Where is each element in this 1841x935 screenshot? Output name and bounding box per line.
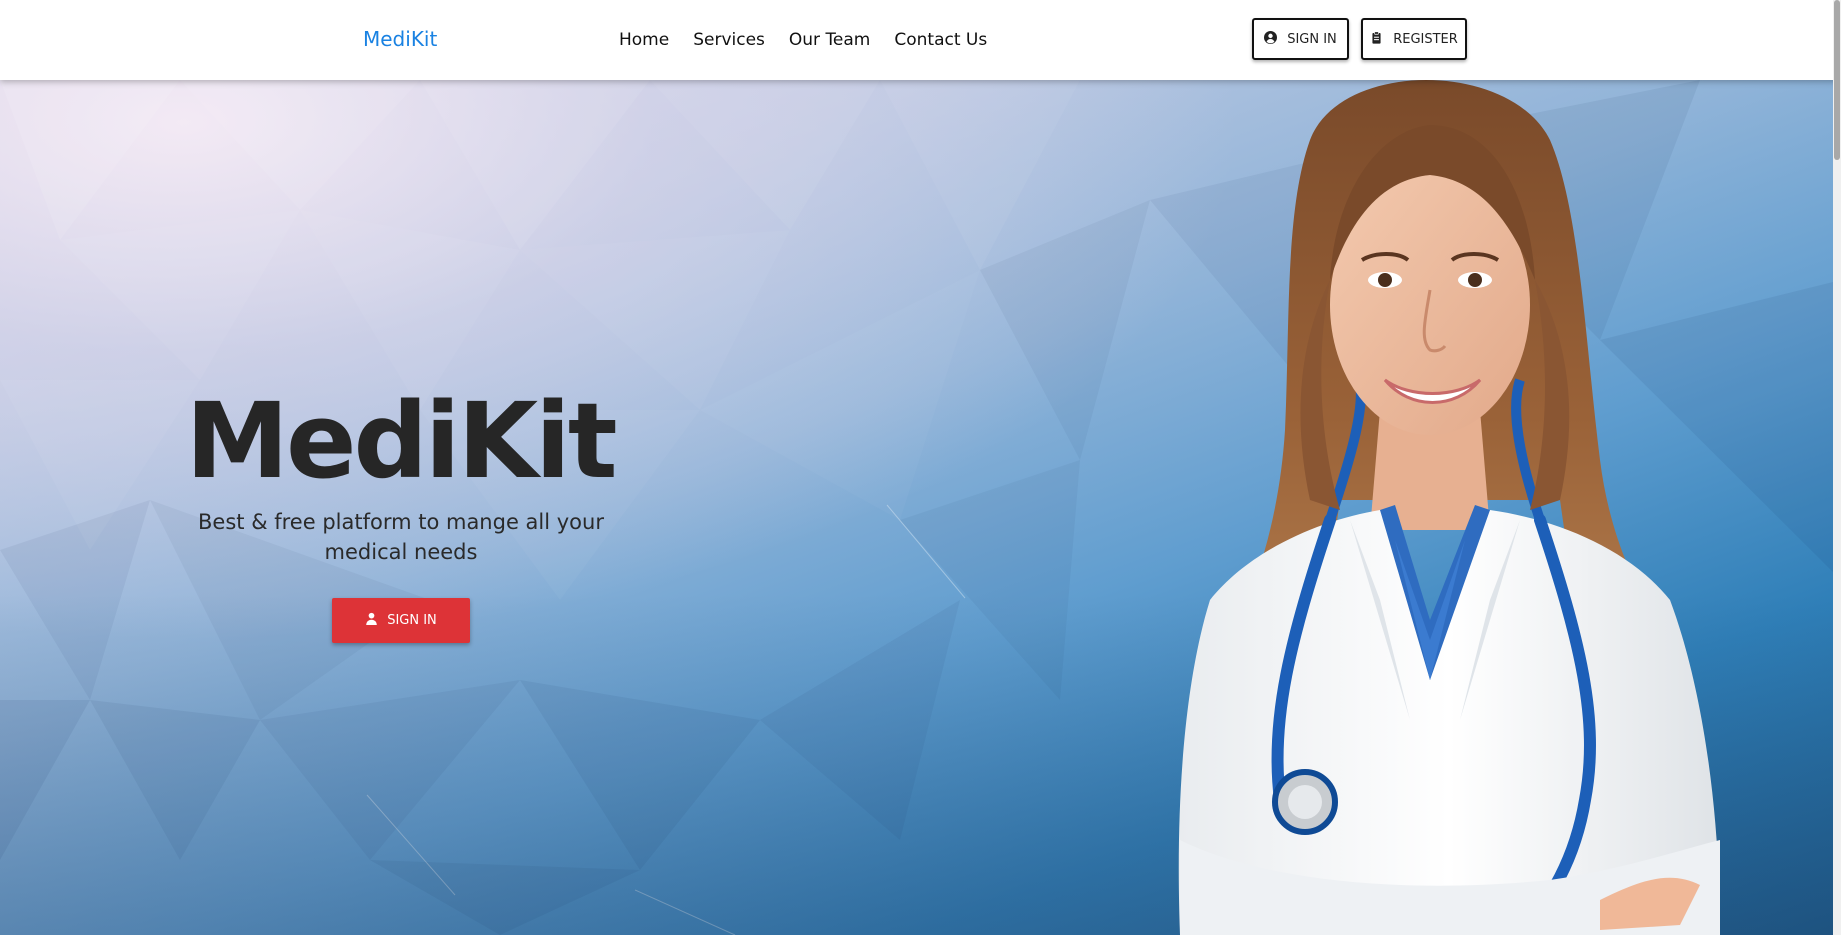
user-icon	[365, 612, 378, 629]
nav-link-contact-us[interactable]: Contact Us	[894, 30, 987, 50]
hero-title: MediKit	[185, 380, 617, 502]
clipboard-icon	[1370, 30, 1383, 48]
hero-signin-button[interactable]: SIGN IN	[332, 598, 470, 643]
hero-signin-label: SIGN IN	[387, 613, 437, 628]
brand-logo[interactable]: MediKit	[363, 27, 437, 51]
hero-subtitle: Best & free platform to mange all your m…	[198, 510, 604, 564]
top-navbar: MediKit Home Services Our Team Contact U…	[0, 0, 1841, 80]
nav-link-home[interactable]: Home	[619, 30, 669, 50]
nav-signin-button[interactable]: SIGN IN	[1252, 18, 1349, 60]
scrollbar[interactable]	[1833, 0, 1841, 935]
nav-register-label: REGISTER	[1393, 31, 1458, 47]
nav-register-button[interactable]: REGISTER	[1361, 18, 1467, 60]
hero-section: MediKit Best & free platform to mange al…	[0, 80, 1841, 935]
nav-signin-label: SIGN IN	[1287, 31, 1337, 47]
scrollbar-thumb[interactable]	[1834, 0, 1840, 160]
page: MediKit Home Services Our Team Contact U…	[0, 0, 1841, 935]
nav-link-services[interactable]: Services	[693, 30, 765, 50]
nav-link-our-team[interactable]: Our Team	[789, 30, 870, 50]
nav-links: Home Services Our Team Contact Us	[619, 30, 1011, 50]
doctor-image	[1178, 80, 1720, 935]
user-circle-icon	[1264, 30, 1278, 48]
